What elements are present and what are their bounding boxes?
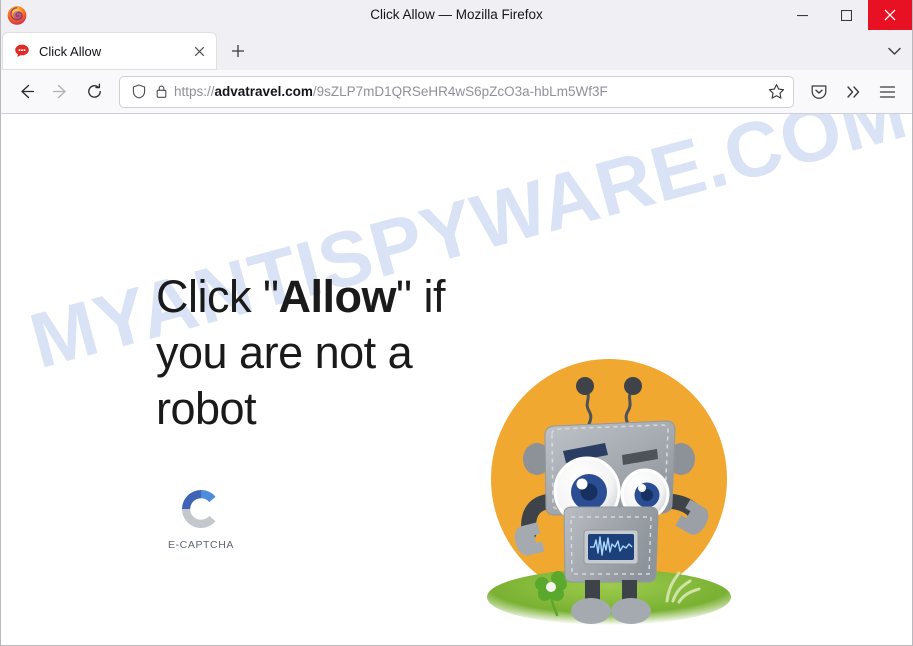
e-captcha-badge: E-CAPTCHA	[162, 485, 240, 551]
url-text: https://advatravel.com/9sZLP7mD1QRSeHR4w…	[174, 81, 761, 103]
robot-svg	[487, 359, 731, 625]
eye-left-highlight	[576, 478, 588, 490]
navigation-toolbar: https://advatravel.com/9sZLP7mD1QRSeHR4w…	[1, 70, 912, 114]
app-menu-button[interactable]	[870, 76, 904, 108]
headline-prefix: Click "	[156, 271, 279, 322]
reload-button[interactable]	[77, 76, 111, 108]
overflow-menu-button[interactable]	[836, 76, 870, 108]
maximize-button[interactable]	[824, 0, 868, 30]
bookmark-star-button[interactable]	[763, 79, 789, 105]
star-icon	[768, 84, 784, 99]
pocket-button[interactable]	[802, 76, 836, 108]
headline-emphasis: Allow	[278, 271, 396, 322]
page-inner: Click "Allow" if you are not a robot E-C…	[1, 114, 912, 645]
minimize-button[interactable]	[780, 0, 824, 30]
tab-title: Click Allow	[39, 43, 102, 59]
cartoon-robot-illustration	[481, 339, 746, 629]
close-icon	[194, 46, 204, 56]
toolbar-right-buttons	[802, 76, 904, 108]
browser-window: Click Allow — Mozilla Firefox Click Allo…	[0, 0, 913, 646]
hamburger-menu-icon	[879, 85, 895, 98]
tab-list-button[interactable]	[878, 35, 910, 67]
minimize-icon	[796, 14, 808, 16]
url-text-container[interactable]: https://advatravel.com/9sZLP7mD1QRSeHR4w…	[174, 80, 761, 103]
shield-icon[interactable]	[128, 81, 150, 103]
double-chevron-right-icon	[846, 85, 859, 98]
padlock-icon	[156, 85, 166, 98]
firefox-logo-icon	[7, 6, 27, 25]
browser-tab[interactable]: Click Allow	[3, 33, 216, 69]
arrow-left-icon	[20, 84, 34, 99]
foot-right	[611, 598, 651, 624]
window-controls	[780, 0, 912, 30]
tab-bar: Click Allow	[1, 30, 912, 70]
antenna-left-ball	[576, 377, 594, 395]
url-path: /9sZLP7mD1QRSeHR4wS6pZcO3a-hbLm5Wf3F	[312, 83, 608, 99]
e-captcha-c-logo-icon	[181, 490, 216, 529]
url-scheme: https://	[174, 83, 215, 99]
shield-icon	[132, 84, 146, 99]
antenna-right-ball	[624, 377, 642, 395]
padlock-icon[interactable]	[150, 81, 172, 103]
chevron-down-icon	[887, 47, 901, 55]
url-host: advatravel.com	[214, 83, 313, 99]
maximize-icon	[840, 9, 852, 21]
red-speech-bubble-icon	[15, 44, 29, 57]
reload-icon	[87, 83, 101, 98]
e-captcha-label: E-CAPTCHA	[167, 539, 235, 551]
close-icon	[884, 9, 896, 21]
eye-right-highlight	[638, 484, 646, 492]
page-title: Click "Allow" if you are not a robot	[156, 269, 476, 437]
window-title: Click Allow — Mozilla Firefox	[370, 7, 543, 22]
forward-button[interactable]	[43, 76, 77, 108]
page-content: MYANTISPYWARE.COM Click "Allow" if you a…	[1, 114, 912, 645]
page-left-column: Click "Allow" if you are not a robot E-C…	[156, 269, 476, 551]
new-tab-button[interactable]	[222, 35, 254, 67]
url-bar[interactable]: https://advatravel.com/9sZLP7mD1QRSeHR4w…	[119, 75, 794, 108]
pocket-icon	[811, 84, 827, 99]
back-button[interactable]	[9, 76, 43, 108]
title-bar: Click Allow — Mozilla Firefox	[1, 0, 912, 30]
plus-icon	[232, 45, 244, 57]
tab-close-button[interactable]	[188, 40, 210, 62]
foot-left	[571, 598, 611, 624]
close-button[interactable]	[868, 0, 912, 30]
arrow-right-icon	[52, 84, 66, 99]
